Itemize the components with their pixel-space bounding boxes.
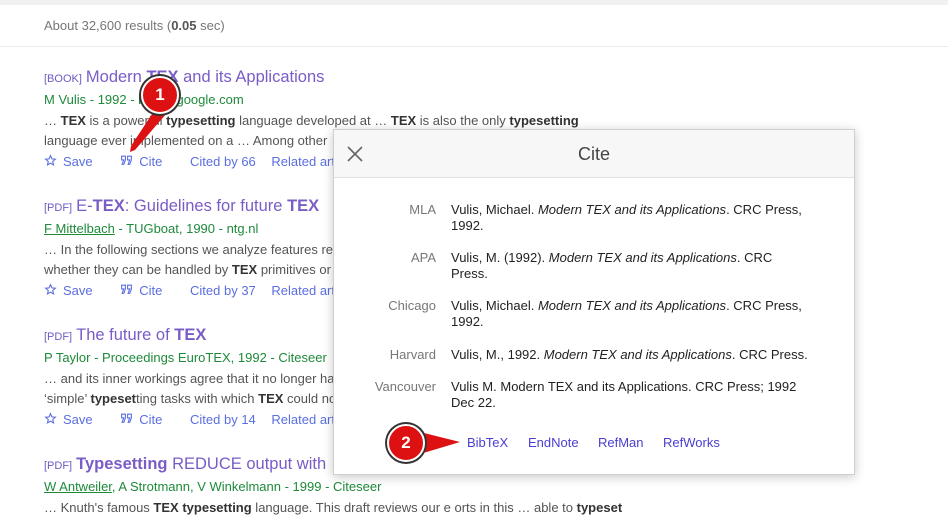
step-badge-1: 1 xyxy=(141,76,179,114)
step-badge-2: 2 xyxy=(387,424,425,462)
arrow-2 xyxy=(420,432,460,454)
annotation-arrows xyxy=(130,108,460,454)
arrow-1 xyxy=(130,108,166,152)
